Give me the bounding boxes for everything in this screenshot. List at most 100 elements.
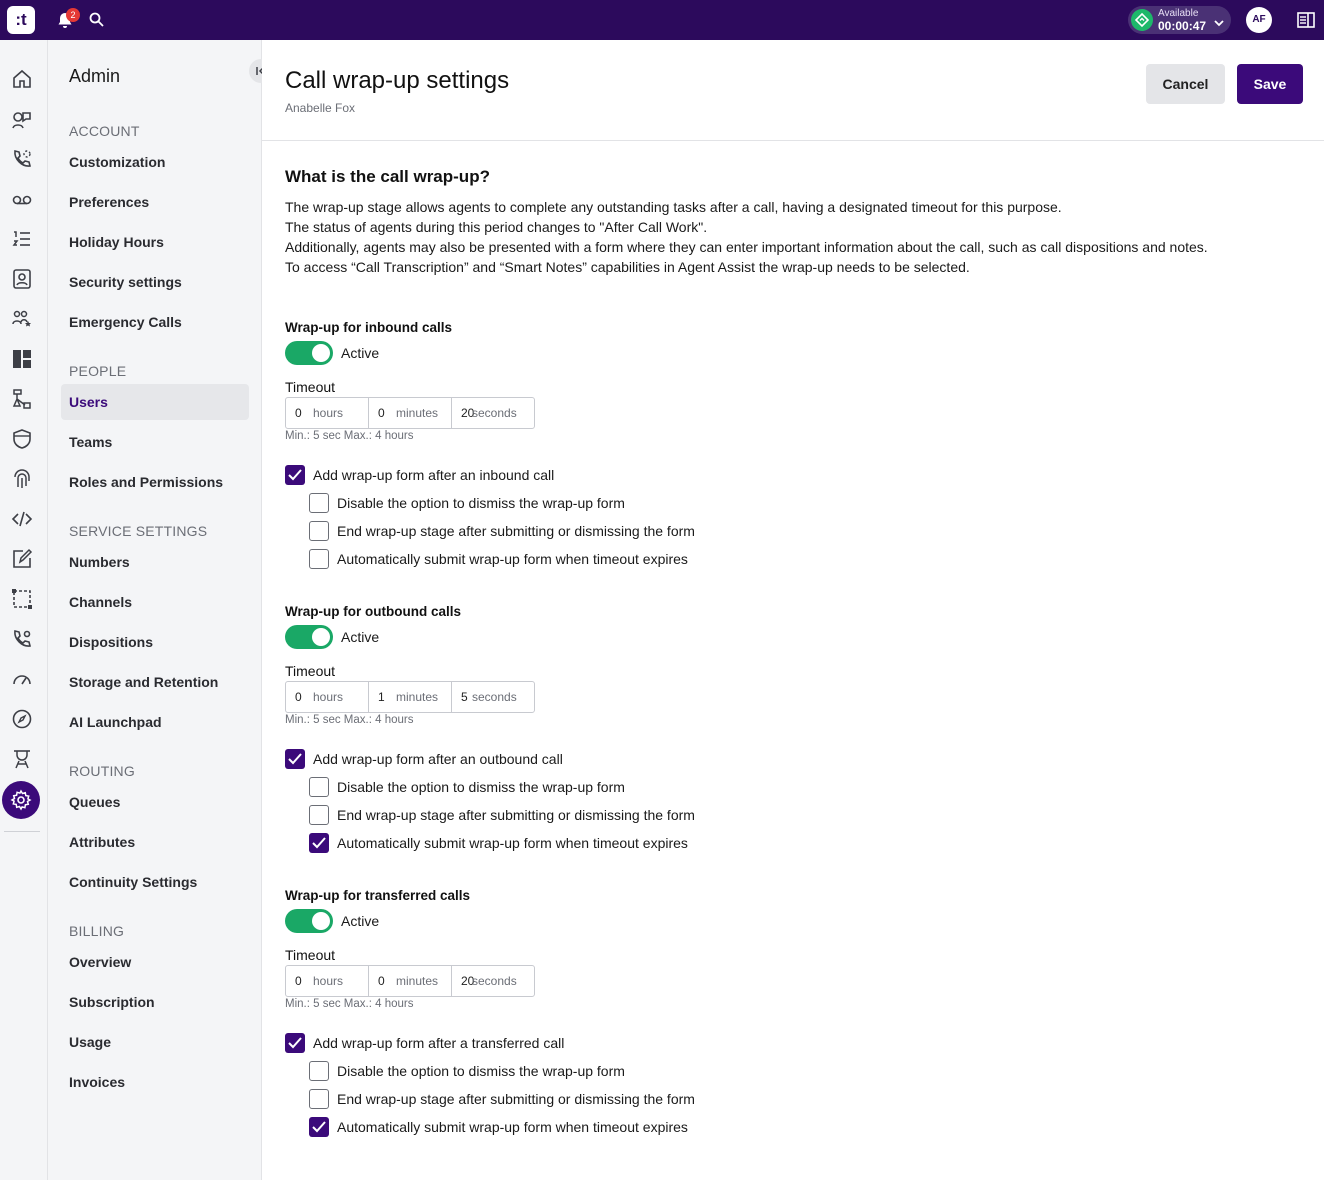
save-button[interactable]: Save [1237, 64, 1303, 104]
inbound-form-label: Add wrap-up form after an inbound call [313, 467, 555, 483]
phone-settings-icon[interactable] [11, 628, 33, 650]
transferred-auto-submit-checkbox[interactable] [309, 1117, 329, 1137]
outbound-auto-submit-checkbox[interactable] [309, 833, 329, 853]
sidebar-section-routing: ROUTING [69, 763, 135, 779]
sidebar-item-storage-and-retention[interactable]: Storage and Retention [69, 674, 218, 690]
sidebar-item-preferences[interactable]: Preferences [69, 194, 149, 210]
outbound-end-stage-label: End wrap-up stage after submitting or di… [337, 807, 695, 823]
minutes-value: 0 [378, 974, 385, 988]
outbound-disable-dismiss-checkbox[interactable] [309, 777, 329, 797]
rail-divider [4, 831, 40, 832]
sidebar-item-teams[interactable]: Teams [69, 434, 112, 450]
compass-icon[interactable] [11, 708, 33, 730]
inbound-disable-dismiss-checkbox[interactable] [309, 493, 329, 513]
intro-line: To access “Call Transcription” and “Smar… [285, 259, 970, 275]
check-icon [312, 837, 326, 849]
intro-heading: What is the call wrap-up? [285, 167, 490, 186]
transferred-timeout-hint: Min.: 5 sec Max.: 4 hours [285, 998, 414, 1010]
contacts-icon[interactable] [11, 268, 33, 290]
gear-icon [10, 789, 32, 811]
settings-nav-button[interactable] [2, 781, 40, 819]
inbound-minutes-field[interactable]: 0 minutes [369, 398, 452, 428]
sidebar-item-continuity-settings[interactable]: Continuity Settings [69, 874, 197, 890]
check-icon [288, 1037, 302, 1049]
sidebar-item-customization[interactable]: Customization [69, 154, 165, 170]
sidebar-item-queues[interactable]: Queues [69, 794, 120, 810]
cancel-button[interactable]: Cancel [1146, 64, 1225, 104]
transferred-minutes-field[interactable]: 0 minutes [369, 966, 452, 996]
inbound-form-checkbox[interactable] [285, 465, 305, 485]
transferred-seconds-field[interactable]: 20 seconds [452, 966, 534, 996]
sidebar-item-attributes[interactable]: Attributes [69, 834, 135, 850]
inbound-end-stage-label: End wrap-up stage after submitting or di… [337, 523, 695, 539]
home-icon[interactable] [11, 68, 33, 90]
side-panel-icon[interactable] [1297, 12, 1315, 33]
sidebar-item-channels[interactable]: Channels [69, 594, 132, 610]
outbound-seconds-field[interactable]: 5 seconds [452, 682, 534, 712]
gauge-icon[interactable] [11, 668, 33, 690]
inbound-hours-field[interactable]: 0 hours [286, 398, 369, 428]
inbound-end-stage-checkbox[interactable] [309, 521, 329, 541]
seconds-value: 20 [461, 406, 475, 420]
sidebar-item-holiday-hours[interactable]: Holiday Hours [69, 234, 164, 250]
hours-unit: hours [313, 690, 344, 704]
crop-icon[interactable] [11, 588, 33, 610]
inbound-section-title: Wrap-up for inbound calls [285, 320, 452, 335]
conversations-icon[interactable] [11, 108, 33, 130]
ai-robot-icon[interactable] [11, 748, 33, 770]
list-icon[interactable] [11, 228, 33, 250]
check-icon [312, 1121, 326, 1133]
voicemail-icon[interactable] [11, 188, 33, 210]
transferred-hours-field[interactable]: 0 hours [286, 966, 369, 996]
sidebar-item-overview[interactable]: Overview [69, 954, 131, 970]
minutes-value: 1 [378, 690, 385, 704]
transferred-form-checkbox[interactable] [285, 1033, 305, 1053]
agent-status-selector[interactable]: Available 00:00:47 [1128, 6, 1231, 34]
check-icon [288, 753, 302, 765]
fingerprint-icon[interactable] [11, 468, 33, 490]
header-divider [262, 140, 1324, 141]
seconds-value: 5 [461, 690, 468, 704]
outbound-end-stage-checkbox[interactable] [309, 805, 329, 825]
sidebar-item-ai-launchpad[interactable]: AI Launchpad [69, 714, 162, 730]
sidebar-item-usage[interactable]: Usage [69, 1034, 111, 1050]
phone-calls-icon[interactable] [11, 148, 33, 170]
intro-line: The status of agents during this period … [285, 219, 708, 235]
edit-form-icon[interactable] [11, 548, 33, 570]
transferred-timeout-label: Timeout [285, 947, 336, 963]
seconds-unit: seconds [472, 406, 517, 420]
minutes-unit: minutes [396, 974, 439, 988]
sidebar-item-numbers[interactable]: Numbers [69, 554, 130, 570]
search-icon[interactable] [89, 12, 104, 32]
inbound-auto-submit-checkbox[interactable] [309, 549, 329, 569]
sidebar-item-security-settings[interactable]: Security settings [69, 274, 182, 290]
code-icon[interactable] [11, 508, 33, 530]
outbound-minutes-field[interactable]: 1 minutes [369, 682, 452, 712]
shield-icon[interactable] [11, 428, 33, 450]
team-star-icon[interactable] [11, 308, 33, 330]
outbound-form-checkbox[interactable] [285, 749, 305, 769]
sidebar-item-dispositions[interactable]: Dispositions [69, 634, 153, 650]
check-icon [288, 469, 302, 481]
transferred-disable-dismiss-checkbox[interactable] [309, 1061, 329, 1081]
avatar[interactable]: AF [1246, 7, 1272, 33]
outbound-hours-field[interactable]: 0 hours [286, 682, 369, 712]
sidebar-item-roles-and-permissions[interactable]: Roles and Permissions [69, 474, 223, 490]
inbound-seconds-field[interactable]: 20 seconds [452, 398, 534, 428]
sidebar-item-users[interactable]: Users [69, 394, 108, 410]
dashboard-icon[interactable] [11, 348, 33, 370]
flow-icon[interactable] [11, 388, 33, 410]
chevron-down-icon [1213, 15, 1225, 33]
hours-unit: hours [313, 974, 344, 988]
sidebar-item-emergency-calls[interactable]: Emergency Calls [69, 314, 182, 330]
transferred-end-stage-checkbox[interactable] [309, 1089, 329, 1109]
transferred-active-toggle[interactable] [285, 909, 333, 933]
outbound-timeout-hint: Min.: 5 sec Max.: 4 hours [285, 714, 414, 726]
transferred-disable-dismiss-label: Disable the option to dismiss the wrap-u… [337, 1063, 625, 1079]
sidebar-item-invoices[interactable]: Invoices [69, 1074, 125, 1090]
inbound-active-toggle[interactable] [285, 341, 333, 365]
sidebar-title: Admin [69, 66, 121, 86]
sidebar-item-subscription[interactable]: Subscription [69, 994, 155, 1010]
outbound-active-toggle[interactable] [285, 625, 333, 649]
app-logo[interactable]: :t [7, 6, 35, 34]
